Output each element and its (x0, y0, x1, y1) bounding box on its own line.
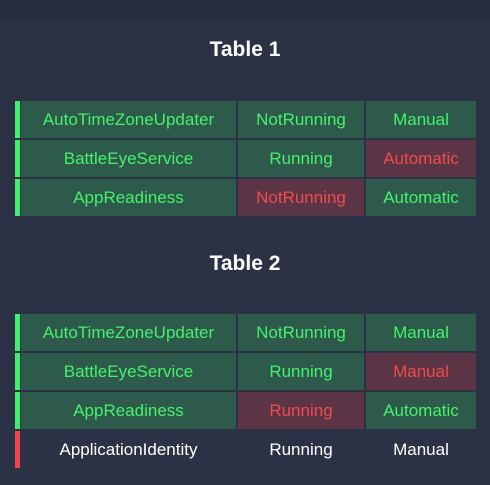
status-cell: Running (238, 140, 364, 177)
status-indicator-ok (15, 140, 20, 177)
status-cell: Running (238, 353, 364, 390)
status-indicator-bad (15, 431, 20, 468)
status-cell: Running (269, 440, 333, 459)
service-name-cell: BattleEyeService (21, 140, 236, 177)
status-indicator-ok (15, 392, 20, 429)
startup-type-cell: Manual (366, 314, 476, 351)
status-cell: NotRunning (238, 314, 364, 351)
startup-type-cell: Manual (366, 101, 476, 138)
status-cell: Running (238, 392, 364, 429)
service-name-cell: AutoTimeZoneUpdater (21, 101, 236, 138)
startup-type-cell: Manual (393, 440, 449, 459)
status-indicator-ok (15, 353, 20, 390)
top-bar (0, 0, 490, 20)
table-row: AppReadiness NotRunning Automatic (15, 179, 476, 216)
table-row: AutoTimeZoneUpdater NotRunning Manual (15, 101, 476, 138)
table-2-title: Table 2 (209, 252, 281, 275)
table-row: BattleEyeService Running Automatic (15, 140, 476, 177)
status-indicator-ok (15, 101, 20, 138)
service-name-cell: AutoTimeZoneUpdater (21, 314, 236, 351)
service-name-cell: AppReadiness (21, 179, 236, 216)
table-row: AutoTimeZoneUpdater NotRunning Manual (15, 314, 476, 351)
table-row: ApplicationIdentity Running Manual (15, 431, 476, 468)
startup-type-cell: Automatic (366, 140, 476, 177)
startup-type-cell: Manual (366, 353, 476, 390)
table-row: BattleEyeService Running Manual (15, 353, 476, 390)
status-cell: NotRunning (238, 179, 364, 216)
services-table-2: AutoTimeZoneUpdater NotRunning Manual Battl… (15, 314, 476, 470)
table-1-title: Table 1 (209, 38, 281, 61)
service-name-cell: BattleEyeService (21, 353, 236, 390)
status-indicator-ok (15, 179, 20, 216)
table-row: AppReadiness Running Automatic (15, 392, 476, 429)
service-name-cell: ApplicationIdentity (59, 440, 198, 459)
status-cell: NotRunning (238, 101, 364, 138)
startup-type-cell: Automatic (366, 392, 476, 429)
service-name-cell: AppReadiness (21, 392, 236, 429)
services-table-1: AutoTimeZoneUpdater NotRunning Manual Battl… (15, 101, 476, 218)
status-indicator-ok (15, 314, 20, 351)
startup-type-cell: Automatic (366, 179, 476, 216)
